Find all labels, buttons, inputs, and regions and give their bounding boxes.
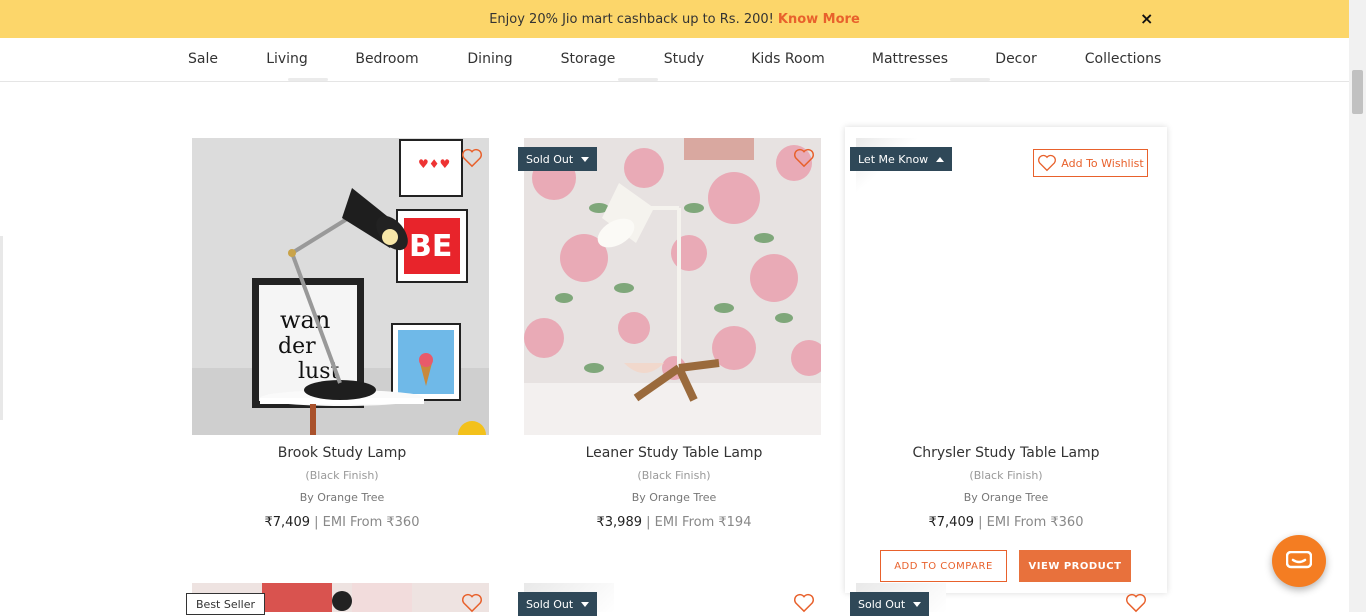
scrolled-text-fragment — [618, 78, 658, 81]
heart-icon[interactable] — [793, 148, 815, 168]
sold-out-badge[interactable]: Sold Out — [850, 592, 930, 616]
product-title[interactable]: Leaner Study Table Lamp — [513, 445, 835, 461]
chat-button[interactable] — [1272, 535, 1326, 587]
sold-out-badge[interactable]: Sold Out — [518, 592, 598, 616]
product-title[interactable]: Chrysler Study Table Lamp — [845, 445, 1167, 461]
emi-text: | EMI From ₹360 — [314, 515, 420, 530]
product-image[interactable] — [524, 138, 821, 435]
chevron-down-icon — [913, 601, 922, 607]
product-finish: (Black Finish) — [969, 469, 1043, 482]
badge-label: Sold Out — [526, 152, 574, 166]
svg-text:♥♦♥: ♥♦♥ — [418, 157, 450, 171]
product-image[interactable]: ♥♦♥ BE wan der lust — [192, 138, 489, 435]
add-to-compare-button[interactable]: ADD TO COMPARE — [880, 550, 1007, 582]
chevron-down-icon — [581, 601, 590, 607]
product-brand: By Orange Tree — [963, 491, 1049, 504]
nav-item-dining[interactable]: Dining — [467, 51, 512, 67]
scrolled-text-fragment — [288, 78, 328, 81]
product-title[interactable]: Brook Study Lamp — [181, 445, 503, 461]
badge-label: Sold Out — [526, 597, 574, 611]
product-finish: (Black Finish) — [637, 469, 711, 482]
heart-icon[interactable] — [793, 593, 815, 613]
badge-label: Sold Out — [858, 597, 906, 611]
emi-text: | EMI From ₹360 — [978, 515, 1084, 530]
chat-icon — [1286, 551, 1312, 569]
product-image[interactable] — [856, 138, 1153, 435]
product-card[interactable]: Sold Out Leaner Study Table Lamp (Black … — [513, 127, 835, 587]
category-nav: Sale Living Bedroom Dining Storage Study… — [0, 38, 1349, 82]
promo-banner: Enjoy 20% Jio mart cashback up to Rs. 20… — [0, 0, 1349, 38]
nav-item-decor[interactable]: Decor — [995, 51, 1036, 67]
nav-item-kids-room[interactable]: Kids Room — [751, 51, 825, 67]
view-product-button[interactable]: VIEW PRODUCT — [1019, 550, 1131, 582]
heart-icon — [1038, 154, 1057, 172]
svg-text:wan: wan — [280, 306, 330, 334]
promo-text: Enjoy 20% Jio mart cashback up to Rs. 20… — [489, 11, 774, 27]
side-tab[interactable] — [0, 236, 3, 420]
chevron-down-icon — [581, 156, 590, 162]
price-value: ₹3,989 — [596, 515, 643, 530]
scrollbar-thumb[interactable] — [1352, 70, 1363, 114]
product-card[interactable]: Let Me Know Add To Wishlist Chrysler Stu… — [845, 127, 1167, 593]
product-price: ₹7,409 | EMI From ₹360 — [845, 515, 1167, 530]
product-brand: By Orange Tree — [299, 491, 385, 504]
scrollbar[interactable] — [1349, 0, 1366, 612]
price-value: ₹7,409 — [928, 515, 975, 530]
product-price: ₹7,409 | EMI From ₹360 — [181, 515, 503, 530]
nav-item-mattresses[interactable]: Mattresses — [872, 51, 948, 67]
heart-icon[interactable] — [461, 148, 483, 168]
product-price: ₹3,989 | EMI From ₹194 — [513, 515, 835, 530]
scrolled-text-fragment — [950, 78, 990, 81]
nav-item-collections[interactable]: Collections — [1085, 51, 1162, 67]
heart-icon[interactable] — [1125, 593, 1147, 613]
svg-text:BE: BE — [409, 229, 452, 264]
badge-label: Let Me Know — [858, 152, 929, 166]
product-brand: By Orange Tree — [631, 491, 717, 504]
nav-item-storage[interactable]: Storage — [561, 51, 616, 67]
product-card[interactable]: ♥♦♥ BE wan der lust Brook Study Lamp (Bl… — [181, 127, 503, 587]
chevron-up-icon — [936, 156, 945, 162]
product-finish: (Black Finish) — [305, 469, 379, 482]
know-more-link[interactable]: Know More — [778, 12, 860, 27]
svg-text:der: der — [278, 334, 316, 359]
let-me-know-badge[interactable]: Let Me Know — [850, 147, 953, 171]
heart-icon[interactable] — [461, 593, 483, 613]
nav-item-study[interactable]: Study — [664, 51, 704, 67]
nav-item-sale[interactable]: Sale — [188, 51, 218, 67]
nav-item-living[interactable]: Living — [266, 51, 308, 67]
price-value: ₹7,409 — [264, 515, 311, 530]
wishlist-label: Add To Wishlist — [1061, 156, 1144, 170]
emi-text: | EMI From ₹194 — [646, 515, 752, 530]
close-icon[interactable]: × — [1140, 9, 1153, 28]
sold-out-badge[interactable]: Sold Out — [518, 147, 598, 171]
nav-item-bedroom[interactable]: Bedroom — [355, 51, 418, 67]
add-to-wishlist-button[interactable]: Add To Wishlist — [1033, 149, 1148, 177]
